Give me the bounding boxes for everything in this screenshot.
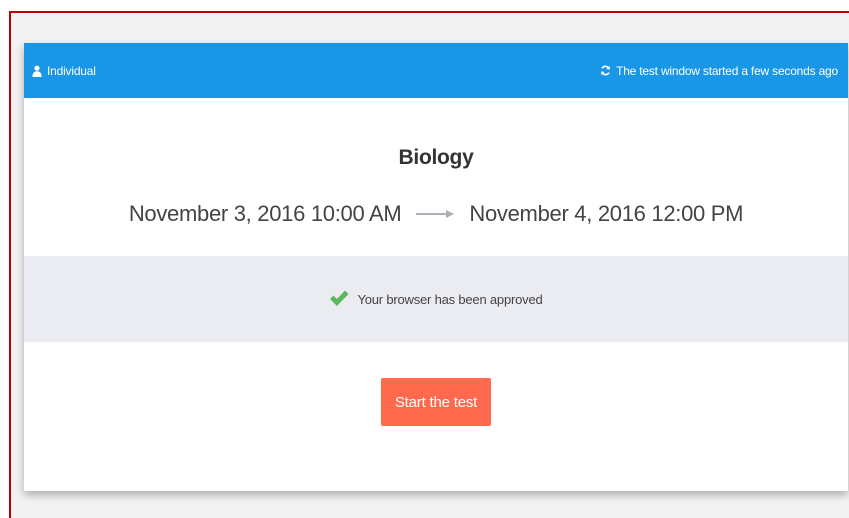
test-end-datetime: November 4, 2016 12:00 PM bbox=[469, 201, 744, 226]
test-start-datetime: November 3, 2016 10:00 AM bbox=[128, 201, 402, 226]
browser-check-panel: Your browser has been approved bbox=[24, 256, 848, 342]
test-subject-title: Biology bbox=[398, 146, 474, 169]
test-window-status: The test window started a few seconds ag… bbox=[600, 64, 838, 78]
test-card: Individual The test window started a few… bbox=[24, 43, 848, 491]
start-test-button[interactable]: Start the test bbox=[381, 378, 491, 426]
refresh-icon[interactable] bbox=[600, 65, 611, 76]
checkmark-icon bbox=[329, 289, 349, 310]
test-schedule: November 3, 2016 10:00 AM November 4, 20… bbox=[24, 201, 848, 227]
participant-type: Individual bbox=[32, 64, 96, 78]
arrow-right-icon bbox=[415, 209, 455, 219]
test-window-status-label: The test window started a few seconds ag… bbox=[616, 63, 838, 78]
browser-approved-message: Your browser has been approved bbox=[357, 291, 543, 307]
card-header: Individual The test window started a few… bbox=[24, 43, 848, 98]
participant-type-label: Individual bbox=[47, 63, 96, 78]
user-icon bbox=[32, 65, 42, 77]
